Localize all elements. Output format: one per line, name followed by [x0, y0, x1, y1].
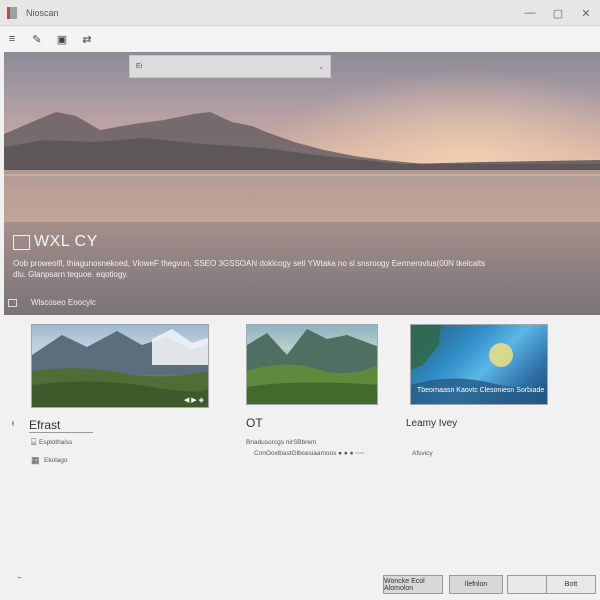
search-input[interactable]: Ei [136, 63, 312, 70]
edit-icon[interactable]: ✎ [25, 28, 49, 50]
card-1-thumbnail[interactable]: ◀ ▶ ◈ [31, 324, 209, 408]
card-2-title: OT [246, 416, 263, 430]
window-title: Nioscan [26, 7, 59, 18]
close-button[interactable]: ✕ [572, 0, 600, 26]
empty-button[interactable] [507, 575, 547, 594]
document-icon: ⌸ [31, 437, 37, 447]
card-3-title: Leamy Ivey [406, 418, 458, 429]
next-button[interactable]: Bott [546, 575, 596, 594]
window-controls: — ▢ ✕ [516, 0, 600, 26]
valley-image [247, 329, 377, 404]
card-2-subtitle: Bnadusorcgs nirSBbrem [246, 439, 317, 446]
hero-description: Oob proweolfl, thiagunosnekoed, VloweF t… [13, 259, 486, 279]
hero-link-label[interactable]: Wlscoseo Eoocylc [31, 298, 96, 307]
title-bar: Nioscan — ▢ ✕ [0, 0, 600, 26]
save-icon[interactable]: ▣ [50, 28, 74, 50]
hero-banner: Ei ⌄ WXL CY Oob proweolfl, thiagunosneko… [4, 52, 600, 315]
hero-title-text: WXL CY [34, 233, 98, 250]
help-icon[interactable]: ⌁ [17, 573, 22, 582]
card-1-title: Efrast [29, 418, 93, 433]
menu-icon[interactable]: ≡ [0, 28, 24, 50]
secondary-action-button[interactable]: Ilefnlon [449, 575, 503, 594]
hero-link[interactable]: Wlscoseo Eoocylc [8, 298, 96, 307]
image-frame-icon [13, 234, 30, 250]
maximize-button[interactable]: ▢ [544, 0, 572, 26]
minimize-button[interactable]: — [516, 0, 544, 26]
toolbar: ≡ ✎ ▣ ⇄ [0, 27, 600, 51]
primary-action-button[interactable]: Woncke Ecol Alomolon [383, 575, 443, 594]
card-3-thumbnail[interactable]: Tbeornaasn Kaovtc Clesoniesn Sorbiade [410, 324, 548, 405]
card-2-thumbnail[interactable] [246, 324, 378, 405]
card-1-extra: Ekolago [44, 457, 68, 464]
search-box[interactable]: Ei ⌄ [129, 55, 331, 78]
checkbox-icon[interactable] [8, 298, 17, 307]
card-3-thumbnail-caption: Tbeornaasn Kaovtc Clesoniesn Sorbiade [417, 387, 545, 394]
card-3-extra: Afsvicy [412, 450, 433, 457]
card-1-subtitle: Esplothaiss [39, 439, 73, 446]
grid-icon: ▦ [31, 455, 40, 465]
hero-title: WXL CY [13, 233, 98, 251]
chevron-down-icon[interactable]: ⌄ [312, 63, 330, 71]
thumbnail-controls[interactable]: ◀ ▶ ◈ [184, 396, 204, 404]
mountain-image [32, 329, 208, 407]
card-2-extra: CnnOoxlbastGlbcesiaamoos ● ● ● ◦◦◦◦ [254, 450, 365, 457]
layout-icon[interactable]: ⇄ [75, 28, 99, 50]
pin-icon: ᵻ [12, 418, 14, 428]
app-icon [7, 6, 17, 19]
